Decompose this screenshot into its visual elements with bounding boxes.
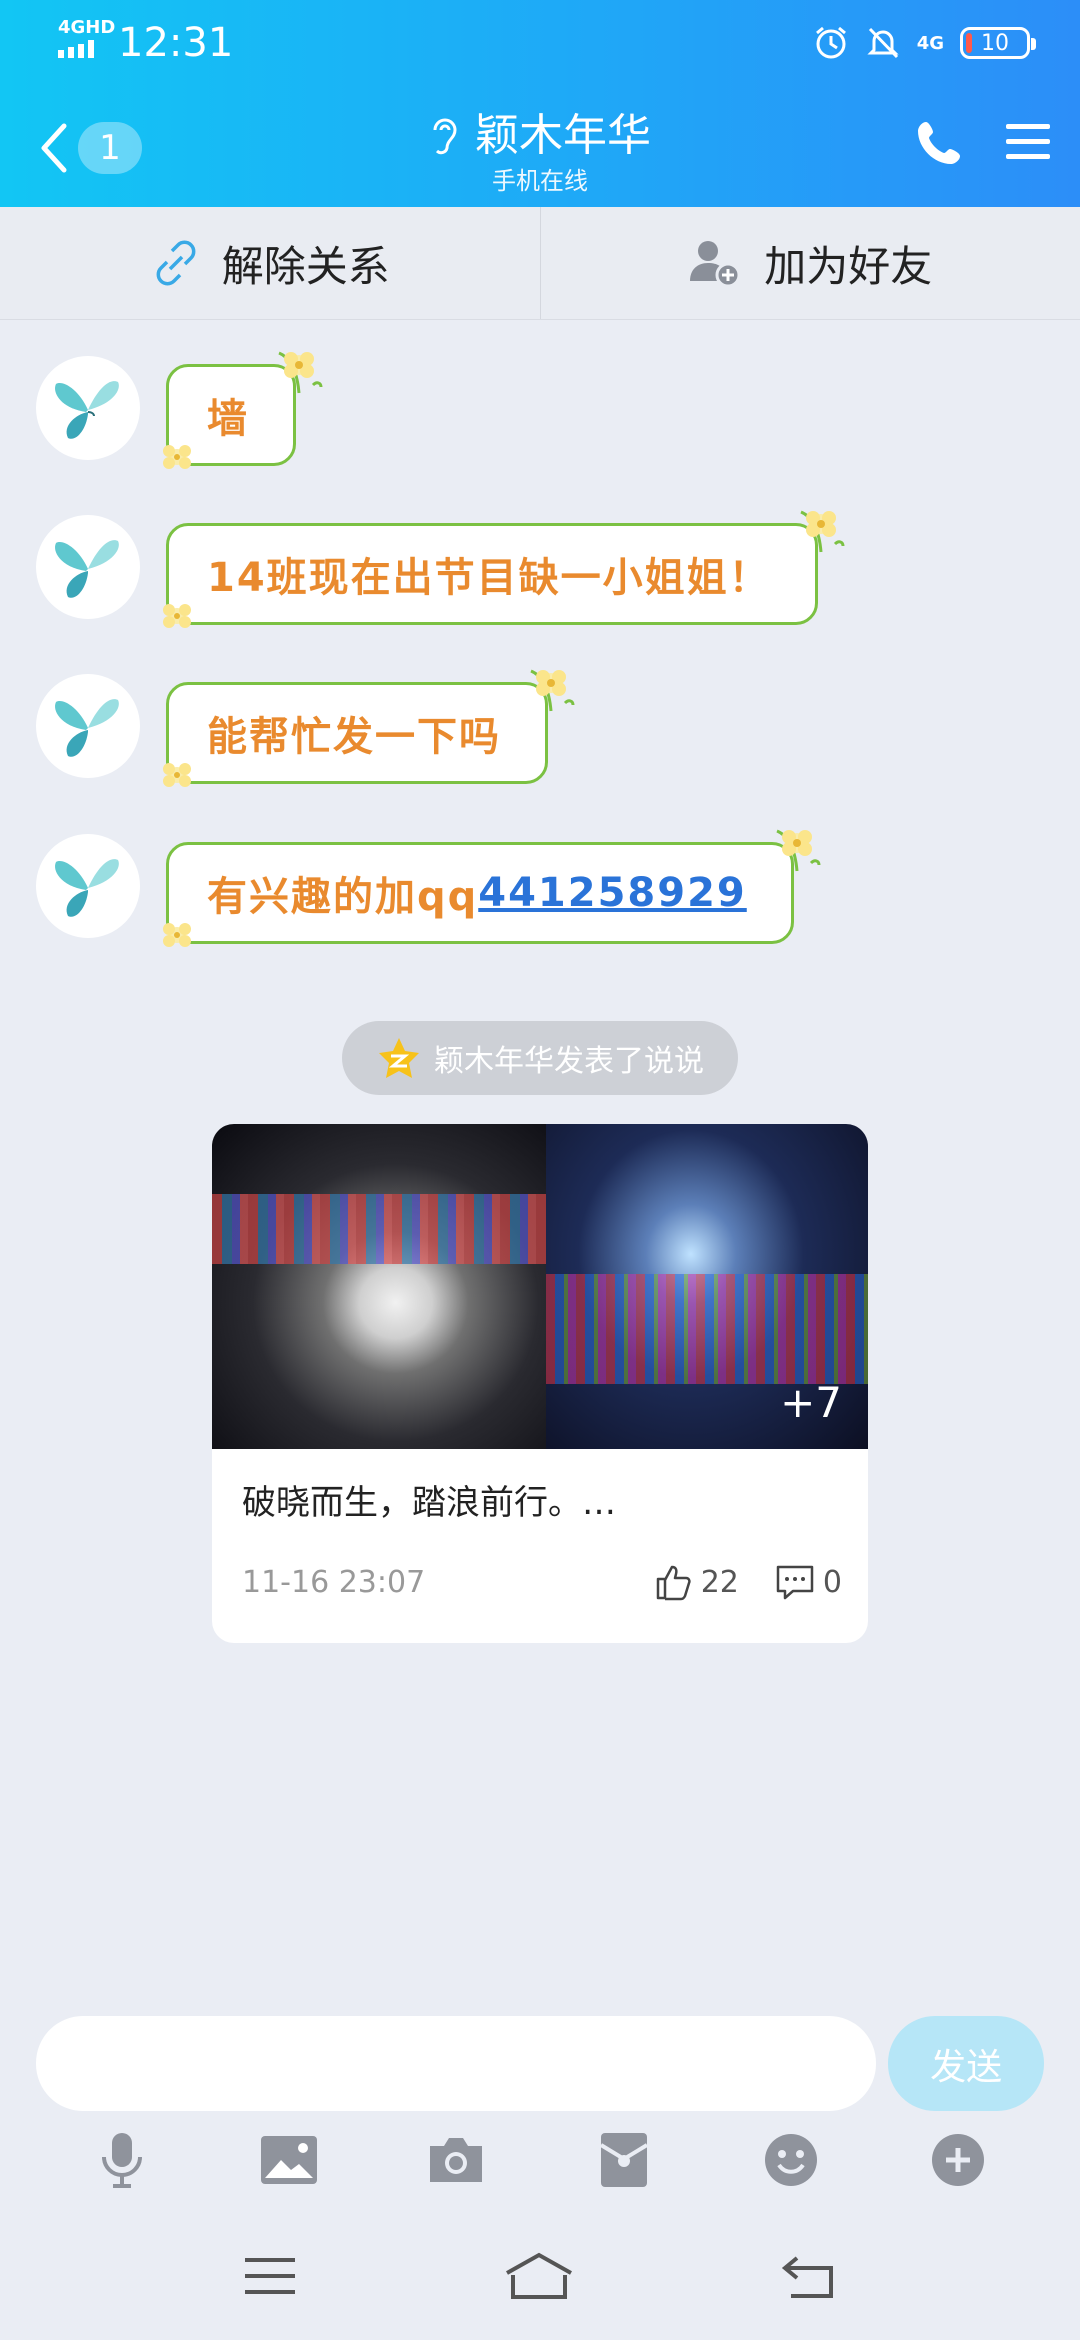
microphone-icon <box>101 2133 142 2188</box>
flower-decoration-icon <box>278 351 323 394</box>
network-type-right: 4G <box>916 32 944 54</box>
butterfly-avatar-icon <box>55 699 119 757</box>
like-button[interactable]: 22 <box>655 1563 739 1601</box>
comment-icon <box>776 1565 814 1600</box>
avatar[interactable] <box>36 674 140 778</box>
post-photo[interactable] <box>212 1124 546 1449</box>
link-broken-icon <box>156 240 196 286</box>
flower-decoration-icon <box>163 763 191 787</box>
message-row: 墙 <box>36 351 323 469</box>
alarm-icon <box>815 26 846 59</box>
phone-icon[interactable] <box>916 118 964 166</box>
message-input[interactable] <box>36 2016 877 2111</box>
camera-button[interactable] <box>421 2130 491 2190</box>
recent-apps-icon[interactable] <box>243 2254 297 2298</box>
butterfly-avatar-icon <box>55 859 119 917</box>
emoji-button[interactable] <box>756 2130 826 2190</box>
add-user-icon <box>690 241 741 288</box>
shared-post-card[interactable]: +7 破晓而生，踏浪前行。… 11-16 23:07 22 0 <box>212 1124 868 1643</box>
system-notice[interactable]: 颖木年华发表了说说 <box>342 1021 738 1095</box>
nav-bar: 1 颖木年华 手机在线 <box>0 100 1080 200</box>
voice-button[interactable] <box>87 2130 157 2190</box>
message-row: 14班现在出节目缺一小姐姐！ <box>36 510 845 628</box>
add-friend-label: 加为好友 <box>764 241 933 291</box>
post-time: 11-16 23:07 <box>242 1564 426 1600</box>
message-text: 14班现在出节目缺一小姐姐！ <box>207 555 771 601</box>
message-row: 能帮忙发一下吗 <box>36 669 575 787</box>
message-bubble[interactable]: 能帮忙发一下吗 <box>163 669 575 787</box>
image-button[interactable] <box>254 2130 324 2190</box>
flower-decoration-icon <box>776 829 821 872</box>
plus-circle-icon <box>932 2134 985 2186</box>
thumbs-up-icon <box>656 1565 691 1601</box>
system-nav-bar <box>0 2234 1080 2318</box>
comment-button[interactable]: 0 <box>775 1563 842 1601</box>
message-text: 有兴趣的加qq <box>207 874 479 920</box>
image-icon <box>260 2136 317 2184</box>
like-count: 22 <box>700 1564 739 1600</box>
relation-action-bar: 解除关系 加为好友 <box>0 207 1080 320</box>
message-bubble[interactable]: 墙 <box>163 351 323 469</box>
post-text: 破晓而生，踏浪前行。… <box>242 1483 616 1523</box>
red-packet-icon <box>599 2133 648 2187</box>
qq-number-link[interactable]: 441258929 <box>478 870 747 916</box>
more-photos-count: +7 <box>780 1378 842 1427</box>
flower-decoration-icon <box>163 604 191 628</box>
menu-icon[interactable] <box>1004 120 1052 164</box>
flower-decoration-icon <box>800 510 845 553</box>
ear-icon <box>433 118 457 155</box>
message-bubble[interactable]: 14班现在出节目缺一小姐姐！ <box>163 510 845 628</box>
back-nav-icon[interactable] <box>781 2254 837 2298</box>
battery-level: 10 <box>981 30 1009 56</box>
comment-count: 0 <box>822 1564 842 1600</box>
mute-icon <box>867 27 899 59</box>
more-button[interactable] <box>923 2130 993 2190</box>
butterfly-avatar-icon <box>55 540 119 598</box>
header: 4GHD 12:31 4G 10 1 颖木年华 手机在线 <box>0 0 1080 207</box>
camera-icon <box>430 2138 483 2182</box>
message-bubble[interactable]: 有兴趣的加qq 441258929 <box>163 829 821 947</box>
battery-icon: 10 <box>960 27 1036 59</box>
flower-decoration-icon <box>530 669 575 712</box>
emoji-icon <box>764 2134 817 2186</box>
flower-decoration-icon <box>163 445 191 469</box>
clock: 12:31 <box>118 20 234 66</box>
signal-icon <box>58 40 94 58</box>
network-type: 4GHD <box>58 17 116 38</box>
unlink-button[interactable]: 解除关系 <box>0 207 540 319</box>
composer: 发送 <box>36 2016 1044 2111</box>
add-friend-button[interactable]: 加为好友 <box>539 207 1080 319</box>
send-button[interactable]: 发送 <box>888 2016 1044 2111</box>
red-packet-button[interactable] <box>589 2130 659 2190</box>
flower-decoration-icon <box>163 923 191 947</box>
message-text: 能帮忙发一下吗 <box>207 714 501 760</box>
composer-toolbar <box>0 2130 1080 2190</box>
butterfly-avatar-icon <box>55 381 119 439</box>
home-icon[interactable] <box>503 2251 575 2301</box>
status-bar: 4GHD 12:31 4G 10 <box>0 0 1080 86</box>
chat-title: 颖木年华 <box>475 110 651 161</box>
notice-text: 颖木年华发表了说说 <box>434 1044 704 1079</box>
post-photo[interactable]: +7 <box>546 1124 868 1449</box>
message-row: 有兴趣的加qq 441258929 <box>36 829 821 947</box>
message-text: 墙 <box>207 396 249 442</box>
unlink-label: 解除关系 <box>221 241 390 291</box>
avatar[interactable] <box>36 356 140 460</box>
qzone-star-icon <box>379 1038 419 1078</box>
avatar[interactable] <box>36 515 140 619</box>
online-status: 手机在线 <box>492 167 588 195</box>
avatar[interactable] <box>36 834 140 938</box>
